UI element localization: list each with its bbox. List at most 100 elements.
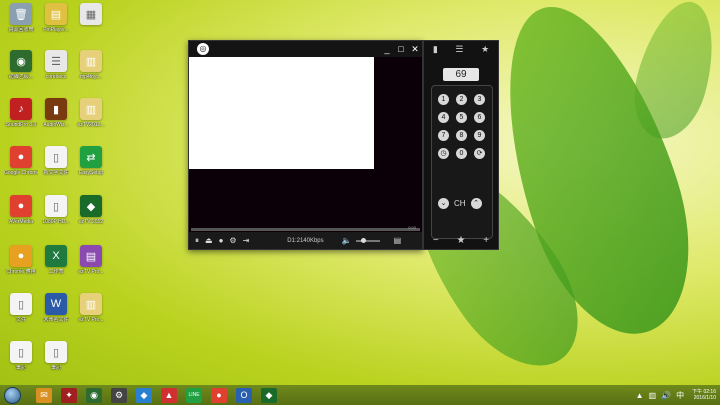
desktop-icon-glyph: ☰ bbox=[45, 50, 67, 72]
player-titlebar[interactable]: ◎ _ □ ✕ bbox=[189, 41, 422, 57]
taskbar-app-button[interactable]: ◆ bbox=[261, 387, 277, 403]
desktop-icon[interactable]: ● Chrome 應用 bbox=[4, 245, 38, 275]
desktop-icon[interactable]: ● AVerMedia bbox=[4, 195, 38, 225]
desktop-icon[interactable]: ▮ AudioWiz... bbox=[39, 98, 73, 128]
taskbar-app-button[interactable]: ◉ bbox=[86, 387, 102, 403]
keypad-button[interactable]: 4 bbox=[438, 112, 449, 123]
desktop-icon-glyph: ● bbox=[10, 195, 32, 217]
close-button[interactable]: ✕ bbox=[408, 44, 422, 55]
desktop-icon-label: EasySetup bbox=[78, 170, 104, 176]
keypad-button[interactable]: 5 bbox=[456, 112, 467, 123]
keypad-button[interactable]: ◷ bbox=[438, 148, 449, 159]
channel-list-icon[interactable]: ☰ bbox=[455, 44, 463, 55]
remote-panel: ▮ ☰ ★ 69 ⌄ CH ⌃ 1 2 3 4 5 6 7 8 9 ◷ 0 ⟳ − ★ + bbox=[423, 40, 499, 250]
start-button[interactable] bbox=[4, 386, 21, 404]
desktop-icon[interactable]: ◆ ezTV 2012 bbox=[74, 195, 108, 225]
ch-label: CH bbox=[454, 199, 466, 208]
clock-date: 2016/1/10 bbox=[693, 395, 716, 401]
keypad-button[interactable]: 8 bbox=[456, 130, 467, 141]
keypad-button[interactable]: 1 bbox=[438, 94, 449, 105]
tv-player-window[interactable]: ◎ _ □ ✕ 0:00 ⏸ ⏏ ● ⚙ ⇥ D1:2140Kbps 🔈 ▤ bbox=[188, 40, 423, 250]
ime-icon[interactable]: 中 bbox=[676, 390, 684, 401]
taskbar-app-button[interactable]: ▲ bbox=[161, 387, 177, 403]
channel-up-button[interactable]: ⌃ bbox=[470, 198, 482, 209]
desktop-icon[interactable]: ☰ corelrecs bbox=[39, 50, 73, 80]
desktop-icon-glyph: ▯ bbox=[45, 195, 67, 217]
keypad-button[interactable]: 0 bbox=[456, 148, 467, 159]
keypad-button[interactable]: 2 bbox=[456, 94, 467, 105]
add-favorite-button[interactable]: + bbox=[483, 235, 489, 246]
pause-button[interactable]: ⏸ bbox=[195, 236, 199, 246]
taskbar-app-button[interactable]: ◆ bbox=[136, 387, 152, 403]
seek-bar[interactable] bbox=[191, 228, 420, 231]
favorites-icon[interactable]: ★ bbox=[481, 44, 489, 55]
tray-expand-icon[interactable]: ▲ bbox=[636, 391, 644, 400]
desktop-icon[interactable]: ▤ ezTV Pro... bbox=[74, 245, 108, 275]
desktop-icon[interactable]: ▯ 新文字文件 bbox=[39, 146, 73, 176]
remote-bottom-bar: − ★ + bbox=[424, 232, 498, 249]
desktop-icon[interactable]: ♪ SoundPro 3.0 bbox=[4, 98, 38, 128]
desktop-icon[interactable]: ▥ mp4toyt... bbox=[74, 50, 108, 80]
menu-icon[interactable]: ▤ bbox=[394, 236, 402, 245]
desktop-icon[interactable]: ▯ 1080P HD... bbox=[39, 195, 73, 225]
volume-tray-icon[interactable]: 🔊 bbox=[661, 391, 671, 400]
desktop-icon-label: Google Chrome bbox=[4, 170, 38, 176]
desktop-icon[interactable]: ▦ bbox=[74, 3, 108, 27]
desktop-icon-glyph: ▥ bbox=[80, 98, 102, 120]
remote-body: 69 ⌄ CH ⌃ 1 2 3 4 5 6 7 8 9 ◷ 0 ⟳ bbox=[431, 65, 493, 252]
favorite-star-icon[interactable]: ★ bbox=[457, 235, 466, 246]
keypad-button[interactable]: 7 bbox=[438, 130, 449, 141]
keypad-button[interactable]: ⟳ bbox=[474, 148, 485, 159]
desktop-icon[interactable]: ▯ 筆記 bbox=[39, 341, 73, 371]
network-icon[interactable]: ▥ bbox=[649, 391, 657, 400]
desktop-icon[interactable]: ◉ 紡織乙級... bbox=[4, 50, 38, 80]
desktop-icon-label: ezTV Pro... bbox=[78, 317, 104, 323]
desktop-icon-label: SoundPro 3.0 bbox=[5, 122, 37, 128]
volume-slider[interactable] bbox=[355, 237, 380, 243]
bitrate-text: D1:2140Kbps bbox=[287, 237, 324, 244]
desktop-icon-label: 筆記 bbox=[15, 365, 26, 371]
taskbar-app-button[interactable]: ● bbox=[211, 387, 227, 403]
video-area[interactable] bbox=[189, 57, 374, 169]
settings-gear-icon[interactable]: ⚙ bbox=[229, 236, 236, 245]
desktop-icon-label: Chrome 應用 bbox=[6, 269, 36, 275]
desktop-icon-label: 紡織乙級... bbox=[8, 74, 34, 80]
desktop-icon-label: 工作表 bbox=[48, 269, 64, 275]
desktop-icon[interactable]: ▤ PotPlayer... bbox=[39, 3, 73, 33]
keypad-button[interactable]: 3 bbox=[474, 94, 485, 105]
desktop-icon[interactable]: ⇄ EasySetup bbox=[74, 146, 108, 176]
clock[interactable]: 下午 02:16 2016/1/10 bbox=[692, 389, 716, 401]
desktop-icon[interactable]: ▥ ezTV Pro... bbox=[74, 293, 108, 323]
remove-favorite-button[interactable]: − bbox=[433, 235, 439, 246]
keypad-button[interactable]: 6 bbox=[474, 112, 485, 123]
desktop-icon-label: 文件 bbox=[15, 317, 26, 323]
taskbar-app-button[interactable]: LINE bbox=[186, 387, 202, 403]
app-logo-icon[interactable]: ◎ bbox=[197, 43, 209, 55]
desktop-icon-glyph: ● bbox=[10, 245, 32, 267]
desktop-icon[interactable]: ▯ 文件 bbox=[4, 293, 38, 323]
volume-knob[interactable] bbox=[360, 237, 366, 243]
minimize-button[interactable]: _ bbox=[380, 44, 394, 54]
desktop-icon-glyph: ◉ bbox=[10, 50, 32, 72]
desktop-icon[interactable]: X 工作表 bbox=[39, 245, 73, 275]
desktop-icon[interactable]: ▥ ezTV2012... bbox=[74, 98, 108, 128]
record-button[interactable]: ● bbox=[219, 236, 224, 245]
seek-time: 0:00 bbox=[408, 225, 416, 230]
eject-button[interactable]: ⏏ bbox=[205, 236, 213, 245]
desktop-icon-label: 筆記 bbox=[50, 365, 61, 371]
input-source-button[interactable]: ⇥ bbox=[243, 236, 250, 245]
desktop-icon[interactable]: ▯ 筆記 bbox=[4, 341, 38, 371]
remote-icon[interactable]: ▮ bbox=[433, 44, 438, 55]
system-tray: ▲ ▥ 🔊 中 下午 02:16 2016/1/10 bbox=[631, 385, 716, 405]
desktop-icon[interactable]: 🗑 資源回收筒 bbox=[4, 3, 38, 33]
channel-down-button[interactable]: ⌄ bbox=[438, 198, 449, 209]
maximize-button[interactable]: □ bbox=[394, 44, 408, 54]
taskbar-app-button[interactable]: O bbox=[236, 387, 252, 403]
taskbar-app-button[interactable]: ✦ bbox=[61, 387, 77, 403]
desktop-icon[interactable]: ● Google Chrome bbox=[4, 146, 38, 176]
desktop-icon[interactable]: W 未命名文件 bbox=[39, 293, 73, 323]
keypad-button[interactable]: 9 bbox=[474, 130, 485, 141]
taskbar-app-button[interactable]: ⚙ bbox=[111, 387, 127, 403]
taskbar-app-button[interactable]: ✉ bbox=[36, 387, 52, 403]
volume-icon[interactable]: 🔈 bbox=[342, 236, 352, 245]
